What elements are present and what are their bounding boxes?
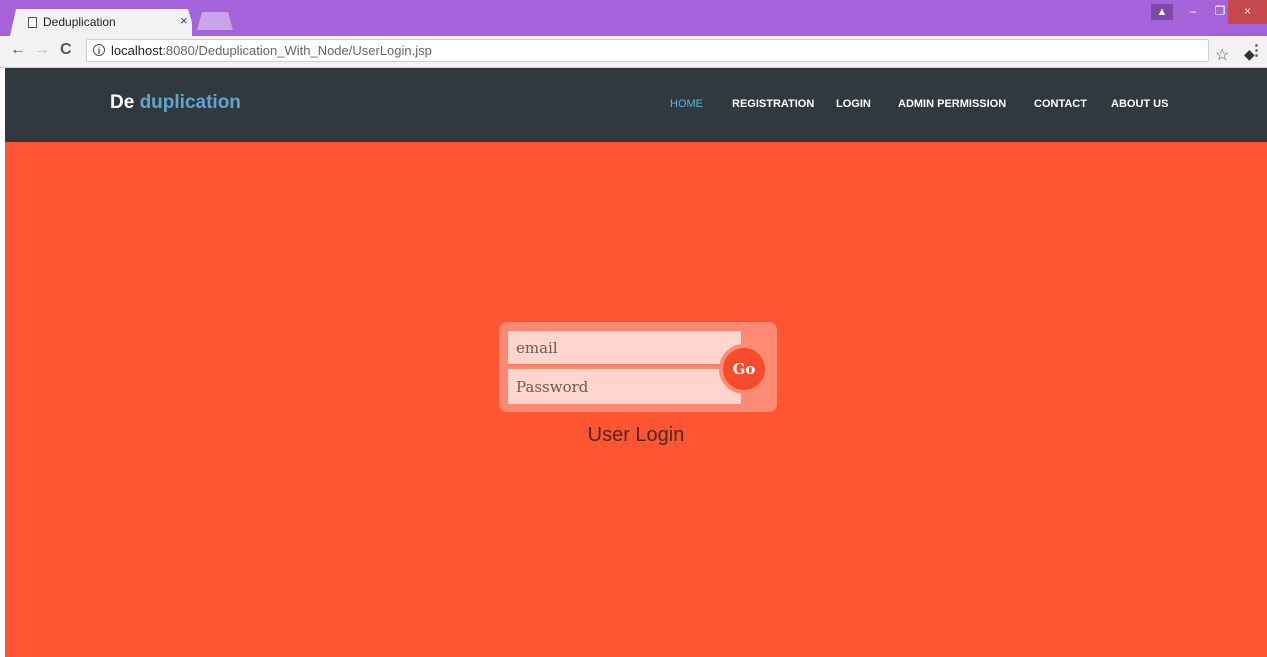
- nav-login[interactable]: LOGIN: [836, 98, 871, 110]
- brand-logo[interactable]: De duplication: [110, 92, 241, 114]
- browser-titlebar: Deduplication × ▲ – ❐ ×: [0, 0, 1267, 36]
- minimize-button[interactable]: –: [1178, 0, 1208, 24]
- back-arrow-icon[interactable]: ←: [10, 41, 26, 59]
- info-icon[interactable]: i: [93, 44, 105, 56]
- nav-home[interactable]: HOME: [670, 98, 703, 110]
- new-tab-button[interactable]: [197, 12, 233, 30]
- email-field[interactable]: [508, 331, 741, 366]
- nav-admin-permission[interactable]: ADMIN PERMISSION: [898, 98, 1006, 110]
- browser-toolbar: ← → C i localhost:8080/Deduplication_Wit…: [0, 36, 1267, 68]
- url-path: :8080/Deduplication_With_Node/UserLogin.…: [162, 43, 432, 58]
- tab-title: Deduplication: [43, 15, 116, 29]
- document-icon: [28, 17, 37, 28]
- nav-registration[interactable]: REGISTRATION: [732, 98, 814, 110]
- password-field[interactable]: [508, 369, 741, 404]
- close-window-button[interactable]: ×: [1228, 0, 1267, 24]
- user-profile-icon[interactable]: ▲: [1151, 4, 1173, 20]
- bookmark-star-icon[interactable]: ☆: [1215, 45, 1229, 65]
- site-header: De duplication HOME REGISTRATION LOGIN A…: [5, 68, 1267, 142]
- browser-menu-icon[interactable]: ⋮: [1249, 41, 1264, 59]
- go-button[interactable]: Go: [719, 344, 769, 394]
- address-bar[interactable]: i localhost:8080/Deduplication_With_Node…: [86, 39, 1255, 64]
- tab-close-icon[interactable]: ×: [180, 13, 188, 28]
- browser-tab[interactable]: Deduplication ×: [10, 9, 192, 36]
- brand-part2: duplication: [139, 92, 241, 113]
- brand-part1: De: [110, 92, 135, 113]
- reload-icon[interactable]: C: [60, 41, 72, 59]
- page-body: De duplication HOME REGISTRATION LOGIN A…: [5, 68, 1267, 657]
- nav-about-us[interactable]: ABOUT US: [1111, 98, 1168, 110]
- url-host: localhost: [111, 43, 163, 58]
- url-text: localhost:8080/Deduplication_With_Node/U…: [111, 43, 432, 58]
- forward-arrow-icon[interactable]: →: [34, 41, 50, 59]
- login-caption: User Login: [587, 424, 685, 446]
- nav-contact[interactable]: CONTACT: [1034, 98, 1087, 110]
